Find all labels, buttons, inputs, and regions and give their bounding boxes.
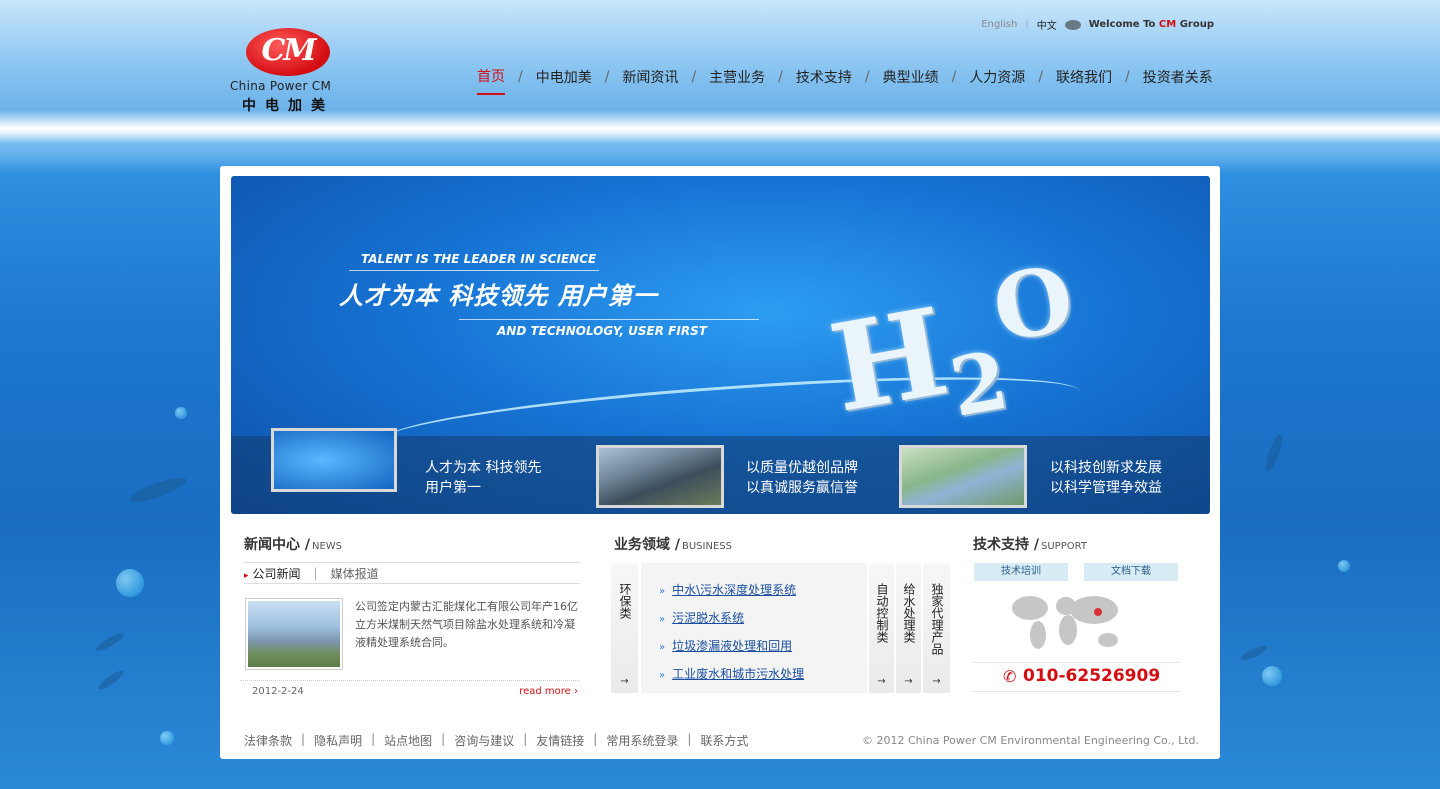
category-automation[interactable]: 自动控制类 → bbox=[869, 563, 895, 693]
fish-decoration bbox=[127, 473, 189, 507]
thumbnail-2[interactable] bbox=[596, 445, 724, 508]
bubble-decoration bbox=[116, 569, 144, 597]
nav-item-business[interactable]: 主营业务 bbox=[709, 67, 765, 94]
news-summary[interactable]: 公司签定内蒙古汇能煤化工有限公司年产16亿立方米煤制天然气项目除盐水处理系统和冷… bbox=[355, 598, 580, 652]
nav-item-cases[interactable]: 典型业绩 bbox=[883, 67, 939, 94]
nav-item-home[interactable]: 首页 bbox=[477, 66, 505, 95]
news-tabs: 公司新闻 | 媒体报道 bbox=[244, 562, 580, 584]
phone-number[interactable]: 010-62526909 bbox=[1023, 666, 1160, 686]
phone-icon: ✆ bbox=[1003, 667, 1017, 686]
main-nav: 首页 / 中电加美 / 新闻资讯 / 主营业务 / 技术支持 / 典型业绩 / 人力资源 / … bbox=[477, 66, 1213, 95]
arrow-icon: → bbox=[904, 676, 913, 687]
logo-english-name: China Power CM bbox=[230, 79, 332, 93]
bubble-decoration bbox=[175, 407, 187, 419]
footer-link-system-login[interactable]: 常用系统登录 bbox=[606, 732, 678, 749]
welcome-text: Welcome To CM Group bbox=[1088, 19, 1214, 30]
lang-chinese-link[interactable]: 中文 bbox=[1037, 17, 1057, 32]
category-water-supply[interactable]: 给水处理类 → bbox=[896, 563, 922, 693]
fish-decoration bbox=[1239, 643, 1269, 663]
business-item[interactable]: 工业废水和城市污水处理 bbox=[659, 665, 804, 682]
nav-item-hr[interactable]: 人力资源 bbox=[969, 67, 1025, 94]
bubble-decoration bbox=[1338, 560, 1350, 572]
business-section-title: 业务领域 / BUSINESS bbox=[614, 537, 732, 553]
read-more-link[interactable]: read more › bbox=[519, 686, 578, 697]
news-thumbnail[interactable] bbox=[245, 598, 343, 670]
slogan-divider bbox=[349, 270, 599, 271]
main-content-card: TALENT IS THE LEADER IN SCIENCE 人才为本 科技领… bbox=[220, 166, 1220, 759]
slogan-english-2: AND TECHNOLOGY, USER FIRST bbox=[497, 324, 707, 338]
copyright: © 2012 China Power CM Environmental Engi… bbox=[862, 734, 1199, 747]
business-item[interactable]: 污泥脱水系统 bbox=[659, 609, 744, 626]
tech-training-button[interactable]: 技术培训 bbox=[974, 563, 1068, 581]
tab-media-reports[interactable]: 媒体报道 bbox=[331, 565, 379, 582]
lang-english-link[interactable]: English bbox=[981, 19, 1017, 30]
category-exclusive-products[interactable]: 独家代理产品 → bbox=[923, 563, 951, 693]
footer-link-feedback[interactable]: 咨询与建议 bbox=[454, 732, 514, 749]
nav-item-news[interactable]: 新闻资讯 bbox=[622, 67, 678, 94]
logo-mark: CM bbox=[246, 28, 330, 76]
footer-link-sitemap[interactable]: 站点地图 bbox=[384, 732, 432, 749]
thumbnail-caption-3: 以科技创新求发展 以科学管理争效益 bbox=[1050, 460, 1162, 496]
banner-thumbnails: 人才为本 科技领先 用户第一 以质量优越创品牌 以真诚服务赢信誉 以科技创新求发展以… bbox=[231, 428, 1210, 514]
tab-company-news[interactable]: 公司新闻 bbox=[244, 565, 301, 582]
language-bar: English | 中文 Welcome To CM Group bbox=[981, 17, 1214, 32]
nav-item-support[interactable]: 技术支持 bbox=[796, 67, 852, 94]
category-environmental[interactable]: 环保类 → bbox=[611, 563, 639, 693]
arrow-icon: → bbox=[620, 676, 629, 687]
fish-decoration bbox=[1262, 432, 1286, 474]
slogan-english-1: TALENT IS THE LEADER IN SCIENCE bbox=[361, 252, 597, 266]
doc-download-button[interactable]: 文档下载 bbox=[1084, 563, 1178, 581]
nav-item-contact[interactable]: 联络我们 bbox=[1056, 67, 1112, 94]
thumbnail-3[interactable] bbox=[899, 445, 1027, 508]
world-map-icon bbox=[1012, 596, 1118, 649]
news-date: 2012-2-24 bbox=[252, 686, 304, 697]
arrow-icon: → bbox=[877, 676, 886, 687]
fish-decoration bbox=[96, 668, 126, 692]
fish-decoration bbox=[94, 630, 126, 654]
company-logo[interactable]: CM China Power CM 中电加美 bbox=[228, 28, 358, 116]
hero-banner: TALENT IS THE LEADER IN SCIENCE 人才为本 科技领… bbox=[231, 176, 1210, 514]
separator: | bbox=[1025, 19, 1029, 30]
bubble-decoration bbox=[160, 731, 174, 745]
bubble-decoration bbox=[1262, 666, 1282, 686]
news-section-title: 新闻中心 / NEWS bbox=[244, 537, 343, 553]
footer-link-contact[interactable]: 联系方式 bbox=[700, 732, 748, 749]
logo-chinese-name: 中电加美 bbox=[242, 98, 334, 114]
footer-link-legal[interactable]: 法律条款 bbox=[244, 732, 292, 749]
business-list: 中水\污水深度处理系统 污泥脱水系统 垃圾渗漏液处理和回用 工业废水和城市污水处… bbox=[641, 563, 867, 693]
business-item[interactable]: 中水\污水深度处理系统 bbox=[659, 581, 796, 598]
footer-links: 法律条款 | 隐私声明 | 站点地图 | 咨询与建议 | 友情链接 | 常用系统登录 | 联… bbox=[244, 732, 749, 749]
nav-item-about[interactable]: 中电加美 bbox=[536, 67, 592, 94]
arrow-icon: → bbox=[932, 676, 941, 687]
support-section-title: 技术支持 / SUPPORT bbox=[973, 537, 1087, 553]
slogan-divider bbox=[459, 319, 759, 320]
footer-link-friends[interactable]: 友情链接 bbox=[536, 732, 584, 749]
thumbnail-1[interactable] bbox=[271, 428, 397, 492]
footer-link-privacy[interactable]: 隐私声明 bbox=[314, 732, 362, 749]
business-panel: 环保类 → 中水\污水深度处理系统 污泥脱水系统 垃圾渗漏液处理和回用 工业废水… bbox=[611, 563, 951, 693]
news-footer: 2012-2-24 read more › bbox=[240, 680, 580, 700]
business-item[interactable]: 垃圾渗漏液处理和回用 bbox=[659, 637, 792, 654]
sea-surface bbox=[0, 128, 1440, 168]
thumbnail-caption-2: 以质量优越创品牌 以真诚服务赢信誉 bbox=[746, 460, 858, 496]
globe-icon[interactable] bbox=[1064, 19, 1081, 30]
hotline: ✆ 010-62526909 bbox=[973, 662, 1181, 692]
nav-item-investors[interactable]: 投资者关系 bbox=[1143, 67, 1213, 94]
slogan-chinese: 人才为本 科技领先 用户第一 bbox=[339, 282, 658, 310]
thumbnail-caption-1: 人才为本 科技领先 用户第一 bbox=[425, 460, 542, 496]
